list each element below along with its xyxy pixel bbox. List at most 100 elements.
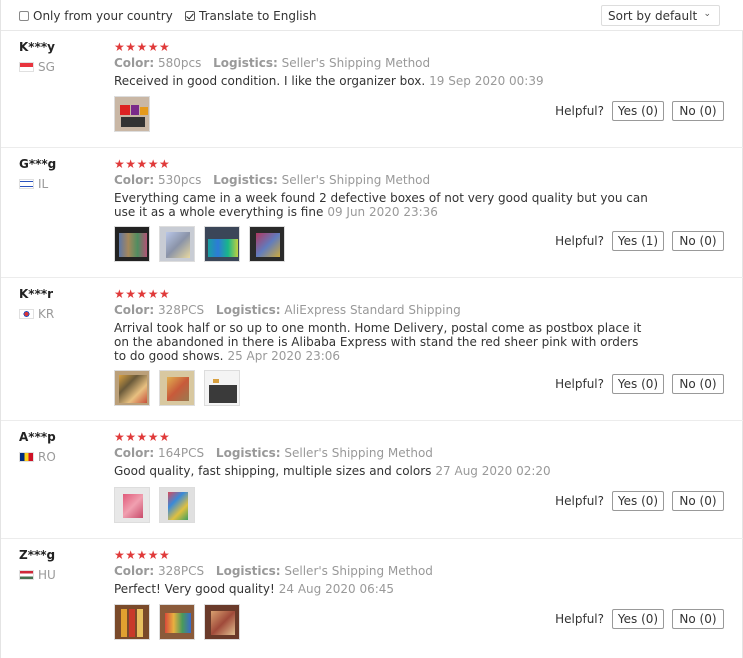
country-code: HU bbox=[38, 568, 56, 582]
review-meta: Color: 164PCS Logistics: Seller's Shippi… bbox=[114, 446, 433, 460]
reviewer-country: SG bbox=[19, 60, 55, 74]
country-code: RO bbox=[38, 450, 56, 464]
reviewer-name: K***y bbox=[19, 40, 55, 54]
reviewer-name: G***g bbox=[19, 157, 57, 171]
review-meta: Color: 328PCS Logistics: Seller's Shippi… bbox=[114, 564, 433, 578]
checkbox-checked-icon bbox=[185, 11, 195, 21]
review-photo[interactable] bbox=[114, 487, 150, 523]
review-photo[interactable] bbox=[204, 604, 240, 640]
color-value: 580pcs bbox=[157, 56, 202, 70]
logistics-value: Seller's Shipping Method bbox=[281, 173, 431, 187]
helpful-label: Helpful? bbox=[555, 494, 604, 508]
review-photo[interactable] bbox=[114, 604, 150, 640]
helpful-yes-button[interactable]: Yes (0) bbox=[612, 101, 664, 121]
logistics-label: Logistics: bbox=[215, 564, 281, 578]
logistics-label: Logistics: bbox=[213, 173, 278, 187]
review-meta: Color: 580pcs Logistics: Seller's Shippi… bbox=[114, 56, 430, 70]
review-photo[interactable] bbox=[114, 370, 150, 406]
review-content: Perfect! Very good quality! 24 Aug 2020 0… bbox=[114, 582, 674, 596]
reviewer-country: HU bbox=[19, 568, 56, 582]
star-rating: ★★★★★ bbox=[114, 287, 171, 301]
sort-dropdown[interactable]: Sort by default ⌄ bbox=[601, 5, 720, 26]
logistics-label: Logistics: bbox=[213, 56, 278, 70]
review-photos bbox=[114, 604, 240, 640]
only-my-country-checkbox[interactable]: Only from your country bbox=[19, 9, 173, 23]
helpful-no-button[interactable]: No (0) bbox=[672, 609, 724, 629]
review-photo[interactable] bbox=[114, 96, 150, 132]
review-photo[interactable] bbox=[204, 226, 240, 262]
helpful-no-button[interactable]: No (0) bbox=[672, 374, 724, 394]
review-photos bbox=[114, 96, 150, 132]
review-photo[interactable] bbox=[159, 370, 195, 406]
helpful-yes-button[interactable]: Yes (0) bbox=[612, 491, 664, 511]
translate-checkbox[interactable]: Translate to English bbox=[185, 9, 317, 23]
review-item: K***r KR ★★★★★ Color: 328PCS Logistics: … bbox=[1, 278, 743, 421]
color-value: 164PCS bbox=[157, 446, 205, 460]
review-content: Good quality, fast shipping, multiple si… bbox=[114, 464, 674, 478]
review-item: G***g IL ★★★★★ Color: 530pcs Logistics: … bbox=[1, 148, 743, 278]
sort-value: Sort by default bbox=[608, 8, 698, 23]
review-text: Arrival took half or so up to one month.… bbox=[114, 321, 642, 363]
review-photo[interactable] bbox=[249, 226, 285, 262]
review-photo[interactable] bbox=[114, 226, 150, 262]
review-photo[interactable] bbox=[204, 370, 240, 406]
reviewer-name: A***p bbox=[19, 430, 56, 444]
star-rating: ★★★★★ bbox=[114, 430, 171, 444]
review-meta: Color: 530pcs Logistics: Seller's Shippi… bbox=[114, 173, 430, 187]
review-meta: Color: 328PCS Logistics: AliExpress Stan… bbox=[114, 303, 461, 317]
logistics-label: Logistics: bbox=[215, 303, 281, 317]
color-label: Color: bbox=[114, 564, 155, 578]
review-content: Arrival took half or so up to one month.… bbox=[114, 321, 649, 363]
color-label: Color: bbox=[114, 303, 155, 317]
hungary-flag-icon bbox=[19, 570, 34, 580]
only-my-country-label: Only from your country bbox=[33, 9, 173, 23]
color-value: 530pcs bbox=[157, 173, 202, 187]
review-date: 25 Apr 2020 23:06 bbox=[227, 349, 341, 363]
helpful-yes-button[interactable]: Yes (0) bbox=[612, 374, 664, 394]
reviewer-name: K***r bbox=[19, 287, 54, 301]
review-item: A***p RO ★★★★★ Color: 164PCS Logistics: … bbox=[1, 421, 743, 539]
color-label: Color: bbox=[114, 56, 155, 70]
logistics-value: Seller's Shipping Method bbox=[281, 56, 431, 70]
review-content: Received in good condition. I like the o… bbox=[114, 74, 674, 88]
color-value: 328PCS bbox=[157, 303, 205, 317]
review-photo[interactable] bbox=[159, 226, 195, 262]
checkbox-unchecked-icon bbox=[19, 11, 29, 21]
filter-bar: Only from your country Translate to Engl… bbox=[1, 0, 743, 31]
helpful-no-button[interactable]: No (0) bbox=[672, 101, 724, 121]
helpful-label: Helpful? bbox=[555, 377, 604, 391]
chevron-down-icon: ⌄ bbox=[703, 9, 711, 19]
review-photo[interactable] bbox=[159, 487, 195, 523]
singapore-flag-icon bbox=[19, 62, 34, 72]
review-photos bbox=[114, 370, 240, 406]
review-text: Good quality, fast shipping, multiple si… bbox=[114, 464, 432, 478]
helpful-controls: Helpful? Yes (0) No (0) bbox=[555, 374, 724, 394]
translate-label: Translate to English bbox=[199, 9, 317, 23]
review-date: 09 Jun 2020 23:36 bbox=[327, 205, 438, 219]
color-label: Color: bbox=[114, 446, 155, 460]
feedback-panel: Only from your country Translate to Engl… bbox=[0, 0, 743, 658]
country-code: KR bbox=[38, 307, 55, 321]
reviewer-country: IL bbox=[19, 177, 48, 191]
review-photos bbox=[114, 487, 195, 523]
helpful-no-button[interactable]: No (0) bbox=[672, 231, 724, 251]
color-label: Color: bbox=[114, 173, 155, 187]
helpful-no-button[interactable]: No (0) bbox=[672, 491, 724, 511]
logistics-value: AliExpress Standard Shipping bbox=[284, 303, 461, 317]
star-rating: ★★★★★ bbox=[114, 157, 171, 171]
review-text: Received in good condition. I like the o… bbox=[114, 74, 426, 88]
review-date: 24 Aug 2020 06:45 bbox=[278, 582, 395, 596]
helpful-label: Helpful? bbox=[555, 104, 604, 118]
helpful-yes-button[interactable]: Yes (1) bbox=[612, 231, 664, 251]
helpful-label: Helpful? bbox=[555, 234, 604, 248]
review-photo[interactable] bbox=[159, 604, 195, 640]
review-item: Z***g HU ★★★★★ Color: 328PCS Logistics: … bbox=[1, 539, 743, 658]
review-text: Perfect! Very good quality! bbox=[114, 582, 275, 596]
helpful-label: Helpful? bbox=[555, 612, 604, 626]
review-item: K***y SG ★★★★★ Color: 580pcs Logistics: … bbox=[1, 31, 743, 148]
romania-flag-icon bbox=[19, 452, 34, 462]
color-value: 328PCS bbox=[157, 564, 205, 578]
helpful-yes-button[interactable]: Yes (0) bbox=[612, 609, 664, 629]
review-date: 19 Sep 2020 00:39 bbox=[429, 74, 544, 88]
logistics-value: Seller's Shipping Method bbox=[284, 446, 433, 460]
